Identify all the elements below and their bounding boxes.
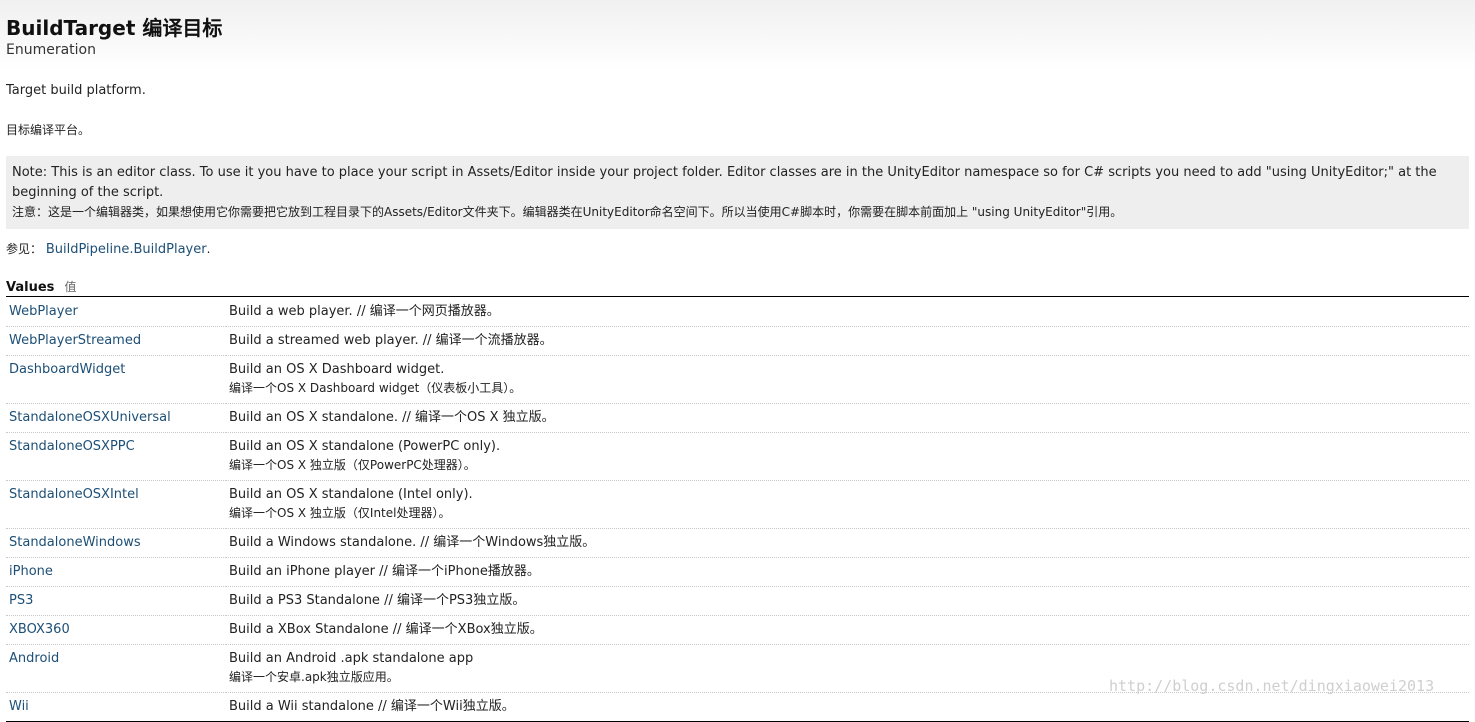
- table-row: PS3 Build a PS3 Standalone // 编译一个PS3独立版。: [6, 586, 1469, 616]
- value-description-line1: Build an Android .apk standalone app: [229, 651, 474, 666]
- value-description-cell: Build a Windows standalone. // 编译一个Windo…: [226, 528, 1469, 558]
- table-row: StandaloneOSXIntel Build an OS X standalo…: [6, 480, 1469, 529]
- value-name-link[interactable]: DashboardWidget: [9, 362, 125, 377]
- watermark: http://blog.csdn.net/dingxiaowei2013: [1109, 677, 1435, 695]
- value-name-link[interactable]: StandaloneOSXIntel: [9, 487, 139, 502]
- description-en: Target build platform.: [6, 83, 146, 98]
- value-description-cell: Build a streamed web player. // 编译一个流播放器…: [226, 326, 1469, 356]
- value-name-link[interactable]: PS3: [9, 593, 33, 608]
- value-description-line1: Build a web player. // 编译一个网页播放器。: [229, 304, 500, 319]
- value-description-cell: Build an OS X Dashboard widget. 编译一个OS X …: [226, 355, 1469, 404]
- value-name-link[interactable]: StandaloneWindows: [9, 535, 141, 550]
- value-name-cell: iPhone: [6, 557, 226, 587]
- value-name-link[interactable]: StandaloneOSXPPC: [9, 439, 135, 454]
- value-description-line1: Build an OS X standalone (PowerPC only).: [229, 439, 501, 454]
- value-name-link[interactable]: iPhone: [9, 564, 53, 579]
- editor-note-cn: 注意：这是一个编辑器类，如果想使用它你需要把它放到工程目录下的Assets/Ed…: [12, 205, 1123, 219]
- value-description-line2: 编译一个OS X 独立版（仅Intel处理器）。: [229, 506, 451, 520]
- value-name-cell: XBOX360: [6, 615, 226, 645]
- value-name-cell: StandaloneOSXIntel: [6, 480, 226, 529]
- value-name-link[interactable]: Android: [9, 651, 59, 666]
- table-row: DashboardWidget Build an OS X Dashboard w…: [6, 355, 1469, 404]
- table-row: StandaloneOSXPPC Build an OS X standalone…: [6, 432, 1469, 481]
- see-also-label: 参见：: [6, 242, 43, 256]
- value-description-cell: Build a web player. // 编译一个网页播放器。: [226, 298, 1469, 327]
- value-name-cell: Android: [6, 644, 226, 693]
- value-description-line1: Build an iPhone player // 编译一个iPhone播放器。: [229, 564, 540, 579]
- value-description-cell: Build a XBox Standalone // 编译一个XBox独立版。: [226, 615, 1469, 645]
- values-heading-label: Values: [6, 280, 55, 295]
- value-description-line1: Build an OS X Dashboard widget.: [229, 362, 445, 377]
- description-cn: 目标编译平台。: [6, 123, 91, 137]
- value-name-link[interactable]: WebPlayerStreamed: [9, 333, 141, 348]
- table-row: iPhone Build an iPhone player // 编译一个iPho…: [6, 557, 1469, 587]
- page-title: BuildTarget 编译目标: [6, 16, 223, 40]
- values-heading: Values 值: [6, 278, 1469, 297]
- value-description-line1: Build a streamed web player. // 编译一个流播放器…: [229, 333, 553, 348]
- see-also-suffix: .: [206, 242, 211, 256]
- value-name-link[interactable]: XBOX360: [9, 622, 70, 637]
- value-name-cell: DashboardWidget: [6, 355, 226, 404]
- value-name-cell: WebPlayerStreamed: [6, 326, 226, 356]
- value-description-cell: Build a PS3 Standalone // 编译一个PS3独立版。: [226, 586, 1469, 616]
- value-name-cell: PS3: [6, 586, 226, 616]
- value-description-cell: Build a Wii standalone // 编译一个Wii独立版。: [226, 692, 1469, 722]
- value-description-line1: Build an OS X standalone. // 编译一个OS X 独立…: [229, 410, 555, 425]
- editor-note-en: Note: This is an editor class. To use it…: [12, 165, 1437, 200]
- value-name-cell: WebPlayer: [6, 298, 226, 327]
- value-description-line2: 编译一个OS X Dashboard widget（仪表板小工具）。: [229, 381, 522, 395]
- table-row: WebPlayer Build a web player. // 编译一个网页播放…: [6, 298, 1469, 327]
- table-row: StandaloneOSXUniversal Build an OS X stan…: [6, 403, 1469, 433]
- value-name-cell: StandaloneOSXUniversal: [6, 403, 226, 433]
- value-description-line2: 编译一个OS X 独立版（仅PowerPC处理器）。: [229, 458, 476, 472]
- table-row: Wii Build a Wii standalone // 编译一个Wii独立版。: [6, 692, 1469, 722]
- page-subtitle: Enumeration: [6, 42, 96, 58]
- value-description-cell: Build an OS X standalone. // 编译一个OS X 独立…: [226, 403, 1469, 433]
- value-description-cell: Build an iPhone player // 编译一个iPhone播放器。: [226, 557, 1469, 587]
- value-name-cell: Wii: [6, 692, 226, 722]
- value-name-link[interactable]: Wii: [9, 699, 29, 714]
- value-description-line1: Build a Windows standalone. // 编译一个Windo…: [229, 535, 596, 550]
- see-also: 参见： BuildPipeline.BuildPlayer.: [6, 240, 210, 257]
- value-description-cell: Build an OS X standalone (PowerPC only).…: [226, 432, 1469, 481]
- table-row: StandaloneWindows Build a Windows standal…: [6, 528, 1469, 558]
- value-name-link[interactable]: WebPlayer: [9, 304, 78, 319]
- value-description-line1: Build a PS3 Standalone // 编译一个PS3独立版。: [229, 593, 526, 608]
- value-description-cell: Build an OS X standalone (Intel only). 编译…: [226, 480, 1469, 529]
- value-name-cell: StandaloneWindows: [6, 528, 226, 558]
- see-also-link[interactable]: BuildPipeline.BuildPlayer: [46, 242, 207, 257]
- values-heading-cn: 值: [64, 280, 77, 294]
- value-description-line1: Build a Wii standalone // 编译一个Wii独立版。: [229, 699, 515, 714]
- value-name-link[interactable]: StandaloneOSXUniversal: [9, 410, 171, 425]
- value-name-cell: StandaloneOSXPPC: [6, 432, 226, 481]
- value-description-line1: Build a XBox Standalone // 编译一个XBox独立版。: [229, 622, 543, 637]
- value-description-line1: Build an OS X standalone (Intel only).: [229, 487, 473, 502]
- table-row: XBOX360 Build a XBox Standalone // 编译一个XB…: [6, 615, 1469, 645]
- values-table: WebPlayer Build a web player. // 编译一个网页播放…: [6, 298, 1469, 722]
- table-row: WebPlayerStreamed Build a streamed web pl…: [6, 326, 1469, 356]
- editor-note-box: Note: This is an editor class. To use it…: [6, 156, 1469, 229]
